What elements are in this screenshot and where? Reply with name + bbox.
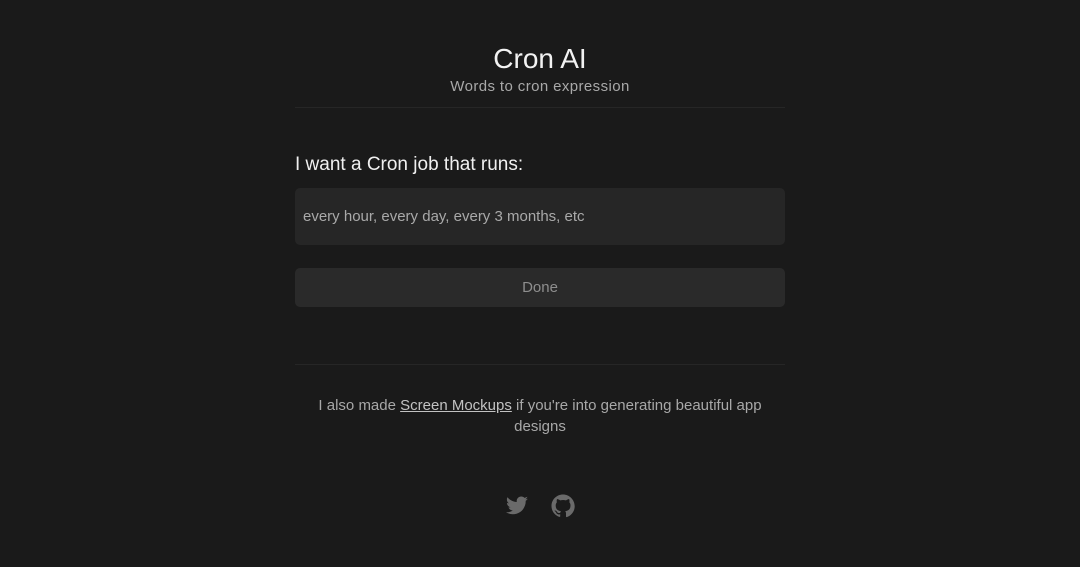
twitter-link[interactable] [505, 494, 529, 518]
screen-mockups-link[interactable]: Screen Mockups [400, 397, 512, 414]
footer-note-suffix: if you're into generating beautiful app … [511, 397, 762, 435]
cron-description-input[interactable] [295, 188, 785, 245]
app-subtitle: Words to cron expression [450, 78, 630, 95]
app-title: Cron AI [493, 43, 587, 74]
github-icon [551, 494, 575, 518]
done-button[interactable]: Done [295, 268, 785, 307]
header: Cron AI Words to cron expression [295, 0, 785, 108]
social-links [295, 494, 785, 518]
main-container: Cron AI Words to cron expression I want … [295, 0, 785, 518]
twitter-icon [506, 496, 528, 515]
footer-note: I also made Screen Mockups if you're int… [295, 395, 785, 437]
footer-note-prefix: I also made [318, 397, 401, 414]
prompt-label: I want a Cron job that runs: [295, 154, 524, 175]
github-link[interactable] [551, 494, 575, 518]
page: Cron AI Words to cron expression I want … [0, 0, 1080, 567]
divider [295, 364, 785, 365]
